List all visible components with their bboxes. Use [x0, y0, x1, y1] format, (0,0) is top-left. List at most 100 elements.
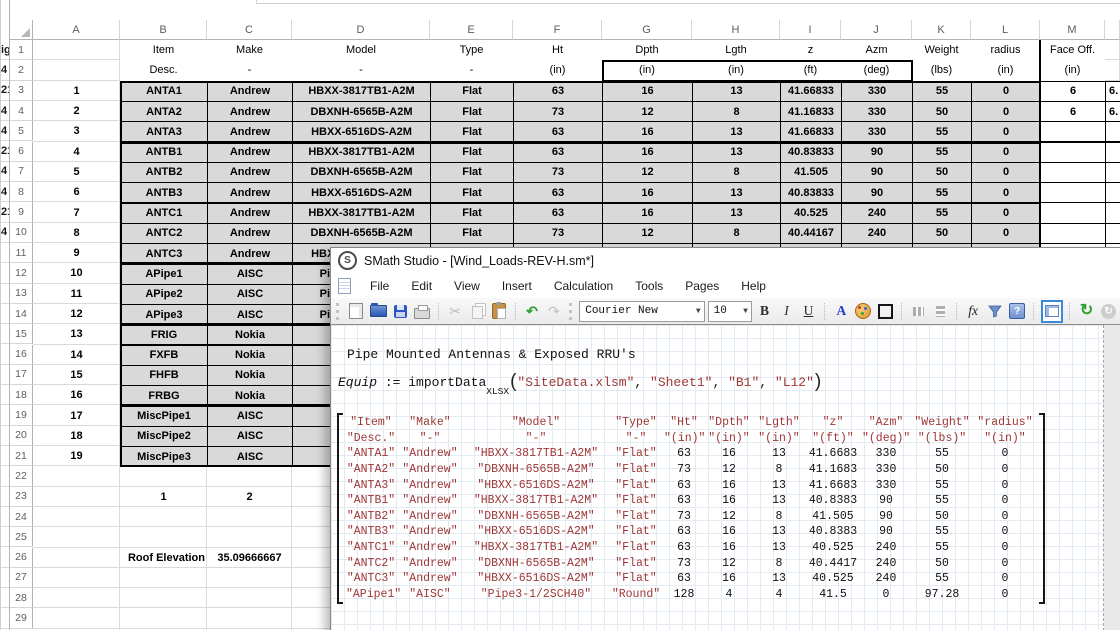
- cell-F6[interactable]: 63: [513, 142, 603, 163]
- cell-G4[interactable]: 12: [602, 101, 693, 122]
- cell-C23[interactable]: 2: [207, 487, 292, 507]
- cell-J1[interactable]: Azm: [841, 40, 912, 60]
- cell-I9[interactable]: 40.525: [780, 202, 842, 223]
- cell-K3[interactable]: 55: [912, 81, 972, 102]
- cell-N7[interactable]: [1105, 162, 1120, 183]
- cell-C3[interactable]: Andrew: [207, 81, 293, 102]
- col-header-C[interactable]: C: [207, 20, 292, 40]
- align-vertical-icon[interactable]: [931, 302, 950, 321]
- cell-A14[interactable]: 12: [33, 304, 120, 324]
- cell-D2[interactable]: -: [292, 60, 430, 80]
- redo-icon[interactable]: ↷: [545, 302, 564, 321]
- cell-H5[interactable]: 13: [692, 121, 781, 142]
- row-header-8[interactable]: 8: [10, 182, 33, 202]
- col-header-F[interactable]: F: [513, 20, 602, 40]
- cell-C2[interactable]: -: [207, 60, 292, 80]
- cell-D10[interactable]: DBXNH-6565B-A2M: [292, 223, 431, 244]
- cell-E6[interactable]: Flat: [430, 142, 514, 163]
- menu-item-tools[interactable]: Tools: [624, 276, 674, 296]
- cell-J9[interactable]: 240: [841, 202, 913, 223]
- cell-D9[interactable]: HBXX-3817TB1-A2M: [292, 202, 431, 223]
- cell-I4[interactable]: 41.16833: [780, 101, 842, 122]
- col-header-E[interactable]: E: [430, 20, 513, 40]
- cell-A12[interactable]: 10: [33, 263, 120, 283]
- cell-B8[interactable]: ANTB3: [120, 182, 208, 203]
- worksheet-canvas[interactable]: Pipe Mounted Antennas & Exposed RRU's Eq…: [331, 324, 1120, 630]
- cell-E2[interactable]: -: [430, 60, 513, 80]
- print-icon[interactable]: [413, 302, 432, 321]
- toolbar-drag-handle[interactable]: [569, 303, 575, 320]
- cell-C20[interactable]: AISC: [207, 426, 293, 447]
- align-horizontal-icon[interactable]: [909, 302, 928, 321]
- col-header-A[interactable]: A: [33, 20, 120, 40]
- cell-E10[interactable]: Flat: [430, 223, 514, 244]
- recalculate-all-icon[interactable]: ↻: [1099, 302, 1118, 321]
- cell-M6[interactable]: [1040, 142, 1106, 163]
- col-header-D[interactable]: D: [292, 20, 430, 40]
- menu-item-file[interactable]: File: [359, 276, 400, 296]
- row-header-14[interactable]: 14: [10, 304, 33, 324]
- cell-I10[interactable]: 40.44167: [780, 223, 842, 244]
- cell-I3[interactable]: 41.66833: [780, 81, 842, 102]
- cell-G3[interactable]: 16: [602, 81, 693, 102]
- save-icon[interactable]: [391, 302, 410, 321]
- cell-D1[interactable]: Model: [292, 40, 430, 60]
- cell-M5[interactable]: [1040, 121, 1106, 142]
- cell-L8[interactable]: 0: [971, 182, 1041, 203]
- cell-A9[interactable]: 7: [33, 202, 120, 222]
- cell-K4[interactable]: 50: [912, 101, 972, 122]
- cell-K9[interactable]: 55: [912, 202, 972, 223]
- cell-C1[interactable]: Make: [207, 40, 292, 60]
- row-header-25[interactable]: 25: [10, 527, 33, 547]
- cell-B26[interactable]: Roof Elevation: [120, 548, 207, 568]
- cell-F4[interactable]: 73: [513, 101, 603, 122]
- cell-L1[interactable]: radius: [971, 40, 1040, 60]
- cell-K5[interactable]: 55: [912, 121, 972, 142]
- row-header-22[interactable]: 22: [10, 466, 33, 486]
- row-header-6[interactable]: 6: [10, 142, 33, 162]
- cell-M10[interactable]: [1040, 223, 1106, 244]
- col-header-I[interactable]: I: [780, 20, 841, 40]
- cell-H10[interactable]: 8: [692, 223, 781, 244]
- cell-L5[interactable]: 0: [971, 121, 1041, 142]
- row-header-13[interactable]: 13: [10, 284, 33, 304]
- open-icon[interactable]: [369, 302, 388, 321]
- cell-K10[interactable]: 50: [912, 223, 972, 244]
- row-header-20[interactable]: 20: [10, 426, 33, 446]
- row-header-15[interactable]: 15: [10, 324, 33, 344]
- cell-C5[interactable]: Andrew: [207, 121, 293, 142]
- cell-B14[interactable]: APipe3: [120, 304, 208, 325]
- cell-H4[interactable]: 8: [692, 101, 781, 122]
- menu-item-pages[interactable]: Pages: [674, 276, 730, 296]
- worksheet-heading[interactable]: Pipe Mounted Antennas & Exposed RRU's: [347, 347, 636, 362]
- cell-K7[interactable]: 50: [912, 162, 972, 183]
- cell-B4[interactable]: ANTA2: [120, 101, 208, 122]
- cell-B2[interactable]: Desc.: [120, 60, 207, 80]
- cell-G1[interactable]: Dpth: [602, 40, 692, 60]
- cell-F10[interactable]: 73: [513, 223, 603, 244]
- cell-K8[interactable]: 55: [912, 182, 972, 203]
- cell-E5[interactable]: Flat: [430, 121, 514, 142]
- cell-B17[interactable]: FHFB: [120, 365, 208, 386]
- cell-K6[interactable]: 55: [912, 142, 972, 163]
- cell-A3[interactable]: 1: [33, 81, 120, 101]
- border-icon[interactable]: [876, 302, 895, 321]
- cell-H3[interactable]: 13: [692, 81, 781, 102]
- cell-A13[interactable]: 11: [33, 284, 120, 304]
- cell-A15[interactable]: 13: [33, 324, 120, 344]
- cell-F5[interactable]: 63: [513, 121, 603, 142]
- equation-importdata[interactable]: Equip := importDataXLSX("SiteData.xlsm",…: [338, 371, 822, 393]
- cell-B12[interactable]: APipe1: [120, 263, 208, 284]
- cell-B10[interactable]: ANTC2: [120, 223, 208, 244]
- cell-K1[interactable]: Weight: [912, 40, 971, 60]
- cell-N6[interactable]: [1105, 142, 1120, 163]
- cell-G8[interactable]: 16: [602, 182, 693, 203]
- cell-N9[interactable]: [1105, 202, 1120, 223]
- cell-B11[interactable]: ANTC3: [120, 243, 208, 264]
- row-header-5[interactable]: 5: [10, 121, 33, 141]
- palette-icon[interactable]: [854, 302, 873, 321]
- cell-B15[interactable]: FRIG: [120, 324, 208, 345]
- cell-D7[interactable]: DBXNH-6565B-A2M: [292, 162, 431, 183]
- paste-icon[interactable]: [490, 302, 509, 321]
- cell-N5[interactable]: [1105, 121, 1120, 142]
